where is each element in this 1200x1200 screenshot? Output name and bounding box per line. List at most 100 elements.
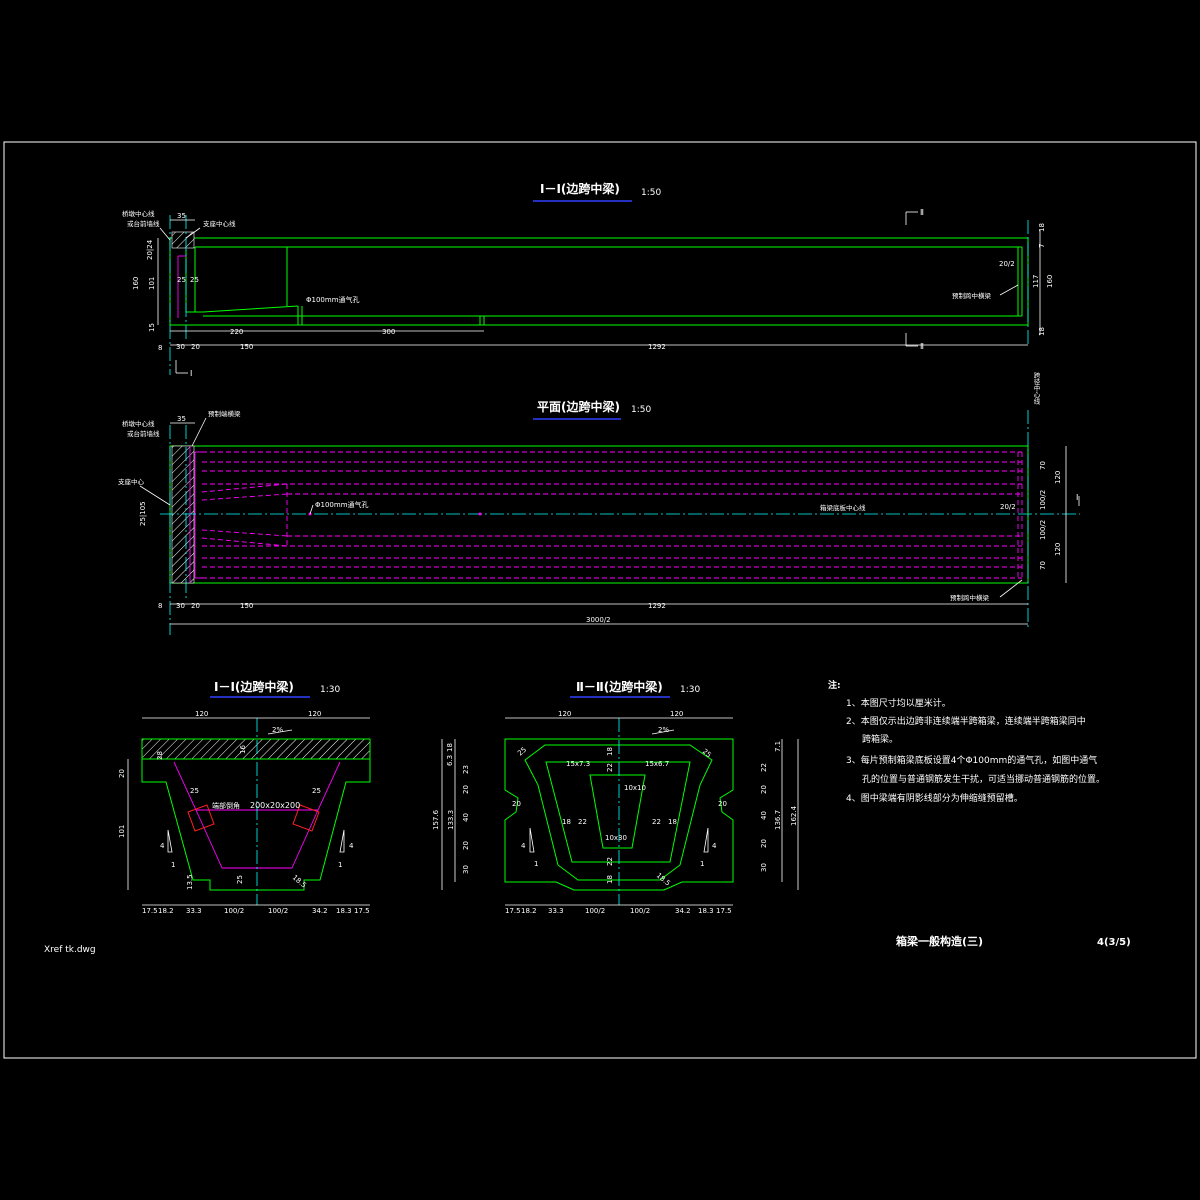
plan-label-bottom-centerline: 箱梁底板中心线 xyxy=(820,503,866,512)
dim-p8: 8 xyxy=(158,602,162,610)
dim-t18a: 18 xyxy=(606,747,614,756)
dim-e18b: 18 xyxy=(1038,327,1046,336)
dim-e18a: 18 xyxy=(1038,223,1046,232)
dim-c18-3: 18.3 xyxy=(698,907,714,915)
dim-t15x6-7: 15x6.7 xyxy=(645,760,669,768)
dim-s25a: 25 xyxy=(190,787,199,795)
dim-c100-2a: 100/2 xyxy=(585,907,605,915)
sheet-number: 4(3/5) xyxy=(1097,937,1131,948)
s-slope-4a: 4 xyxy=(160,842,165,850)
dim-e30: 30 xyxy=(176,343,185,351)
elevation-view: Ⅰ－Ⅰ(边跨中梁) 1:50 Ⅱ Ⅱ Ⅰ 桥墩中心线 或台前墙线 支座中心线 Φ… xyxy=(122,181,1054,378)
dim-b34-2: 34.2 xyxy=(312,907,328,915)
note-3-cont: 孔的位置与普通钢筋发生干扰，可适当挪动普通钢筋的位置。 xyxy=(862,773,1105,785)
elev-label-bearing: 支座中心线 xyxy=(203,219,236,228)
dim-e150: 150 xyxy=(240,343,253,351)
cut-mark-II-bottom: Ⅱ xyxy=(920,342,924,351)
s-slope-4b: 4 xyxy=(349,842,354,850)
dim-t10x10: 10x10 xyxy=(624,784,646,792)
cut-mark-II-top: Ⅱ xyxy=(920,208,924,217)
dim-b18-3: 18.3 xyxy=(336,907,352,915)
dim-p150: 150 xyxy=(240,602,253,610)
dim-b17-5a: 17.5 xyxy=(142,907,158,915)
dim-l6-3: 6.3 xyxy=(446,755,454,766)
dim-r20b: 20 xyxy=(760,839,768,848)
dim-b18-2a: 18.2 xyxy=(158,907,174,915)
dim-t22a: 22 xyxy=(606,763,614,772)
s-slope-1a: 1 xyxy=(171,861,175,869)
dim-e25a: 25 xyxy=(177,276,186,284)
dim-r22: 22 xyxy=(760,763,768,772)
cut-mark-I-bottom: Ⅰ xyxy=(190,369,192,378)
plan-label-span-beam: 预制跨中横梁 xyxy=(950,593,990,602)
dim-t25a: 25 xyxy=(516,746,528,758)
dim-r162-4: 162.4 xyxy=(790,805,798,826)
drawing-name: 箱梁一般构造(三) xyxy=(896,934,983,948)
dim-l133-3: 133.3 xyxy=(447,810,455,830)
dim-t20a: 20 xyxy=(512,800,521,808)
section2-void-outer xyxy=(545,761,691,863)
section2-title: Ⅱ－Ⅱ(边跨中梁) xyxy=(576,679,663,694)
t-slope-1a: 1 xyxy=(534,860,538,868)
section1-outline xyxy=(141,738,371,891)
dim-t18-5: 18.5 xyxy=(655,871,672,887)
dim-r40: 40 xyxy=(760,811,768,820)
dim-e25b: 25 xyxy=(190,276,199,284)
t-slope-4b: 4 xyxy=(712,842,717,850)
dim-s101: 101 xyxy=(118,825,126,838)
dim-t18b: 18 xyxy=(562,818,571,826)
dim-p25-105: 25|105 xyxy=(139,501,147,526)
dim-s13-5: 13.5 xyxy=(186,874,194,890)
dim-t22b: 22 xyxy=(578,818,587,826)
dim-p120a: 120 xyxy=(1054,471,1062,484)
cad-drawing: Ⅰ－Ⅰ(边跨中梁) 1:50 Ⅱ Ⅱ Ⅰ 桥墩中心线 或台前墙线 支座中心线 Φ… xyxy=(3,141,1197,1059)
dim-e20-2: 20/2 xyxy=(999,260,1015,268)
dim-t18d: 18 xyxy=(606,875,614,884)
dim-b100-2a: 100/2 xyxy=(224,907,244,915)
dim-c33-3: 33.3 xyxy=(548,907,564,915)
section1-fillet-size: 200x20x200 xyxy=(250,801,300,810)
dim-c18-2a: 18.2 xyxy=(521,907,537,915)
dim-p30: 30 xyxy=(176,602,185,610)
note-3: 3、每片预制箱梁底板设置4个Φ100mm的通气孔，如图中通气 xyxy=(846,754,1097,766)
elev-label-pier: 桥墩中心线 xyxy=(122,209,155,218)
plan-label-span-center: 跨径中心线 xyxy=(1032,371,1040,405)
plan-outline xyxy=(169,445,1029,584)
plan-label-abutment: 或台前墙线 xyxy=(127,429,160,438)
dim-t10x30: 10x30 xyxy=(605,834,627,842)
section1-scale: 1:30 xyxy=(320,685,340,695)
plan-title: 平面(边跨中梁) xyxy=(537,399,620,414)
elev-label-abutment: 或台前墙线 xyxy=(127,219,160,228)
notes-heading: 注: xyxy=(828,679,841,691)
section2-scale: 1:30 xyxy=(680,685,700,695)
note-2-cont: 跨箱梁。 xyxy=(862,733,898,745)
dim-s25c: 25 xyxy=(236,875,244,884)
dim-t25b: 25 xyxy=(701,747,713,759)
dim-s120a: 120 xyxy=(195,710,208,718)
dim-l20b: 20 xyxy=(462,841,470,850)
s-slope-1b: 1 xyxy=(338,861,342,869)
dim-s16: 16 xyxy=(239,745,247,754)
dim-p3000-2: 3000/2 xyxy=(586,616,611,624)
plan-label-pier: 桥墩中心线 xyxy=(122,419,155,428)
dim-b33-3: 33.3 xyxy=(186,907,202,915)
dim-c17-5a: 17.5 xyxy=(505,907,521,915)
dim-e20: 20 xyxy=(191,343,200,351)
dim-e160: 160 xyxy=(132,277,140,290)
dim-p100-2b: 100/2 xyxy=(1039,520,1047,540)
dim-p1292: 1292 xyxy=(648,602,666,610)
dim-e117: 117 xyxy=(1032,275,1040,288)
plan-label-end-beam: 预制端横梁 xyxy=(208,409,241,418)
dim-p100-2a: 100/2 xyxy=(1039,490,1047,510)
dim-c17-5b: 17.5 xyxy=(716,907,732,915)
dim-t15x7-3: 15x7.3 xyxy=(566,760,590,768)
dim-b100-2b: 100/2 xyxy=(268,907,288,915)
dim-s18-5: 18.5 xyxy=(291,873,308,889)
dim-t22c: 22 xyxy=(652,818,661,826)
dim-e160r: 160 xyxy=(1046,275,1054,288)
elevation-outline xyxy=(169,237,1029,326)
dim-p35: 35 xyxy=(177,415,186,423)
t-slope-4a: 4 xyxy=(521,842,526,850)
dim-l30: 30 xyxy=(462,865,470,874)
elev-label-vent: Φ100mm通气孔 xyxy=(306,295,360,304)
